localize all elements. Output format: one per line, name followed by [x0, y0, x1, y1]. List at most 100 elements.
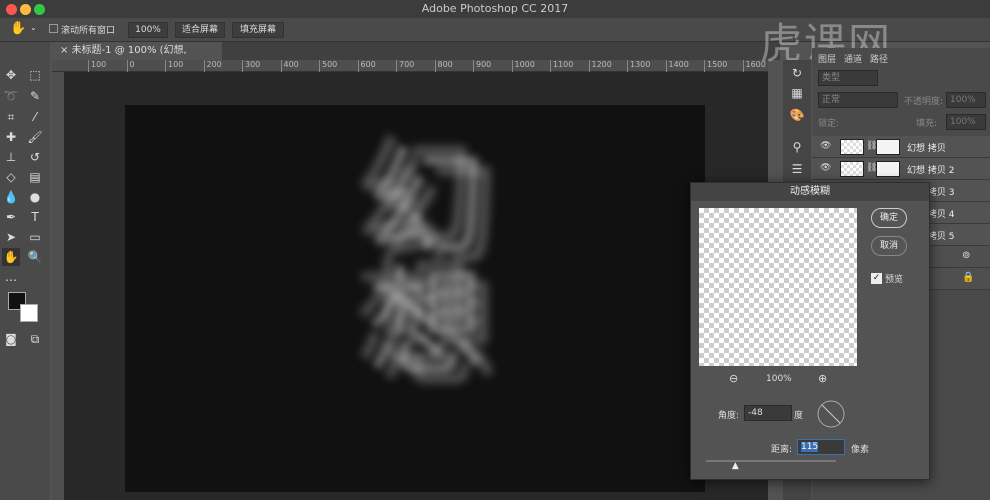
dodge-tool-icon[interactable]: ●	[26, 188, 44, 206]
gradient-tool-icon[interactable]: ▤	[26, 168, 44, 186]
maximize-window-button[interactable]	[34, 4, 45, 15]
layer-name: 幻想 拷贝	[907, 144, 946, 154]
background-color-swatch[interactable]	[20, 304, 38, 322]
preview-area[interactable]	[699, 208, 857, 366]
angle-label: 角度:	[718, 411, 740, 421]
ruler-label: 1400	[665, 60, 689, 72]
ruler-label: 100	[165, 60, 183, 72]
type-tool-icon[interactable]: T	[26, 208, 44, 226]
eraser-tool-icon[interactable]: ◇	[2, 168, 20, 186]
lasso-tool-icon[interactable]: ➰	[2, 87, 20, 105]
layer-name: 幻想 拷贝 2	[907, 166, 955, 176]
close-tab-icon[interactable]: ×	[60, 45, 72, 56]
fill-screen-button[interactable]: 填充屏幕	[232, 22, 284, 38]
rectangle-tool-icon[interactable]: ▭	[26, 228, 44, 246]
eyedropper-icon[interactable]: ⁄	[26, 108, 44, 126]
screen-mode-icon[interactable]: ⧉	[26, 330, 44, 348]
preview-zoom-level: 100%	[766, 374, 792, 384]
hand-tool-icon[interactable]: ✋	[2, 248, 20, 266]
preview-label: 预览	[885, 275, 904, 285]
scroll-all-checkbox[interactable]	[49, 24, 58, 33]
zoom-in-icon[interactable]: ⊕	[818, 372, 827, 385]
grid-panel-icon[interactable]: ▦	[788, 84, 806, 102]
ruler-label: 800	[434, 60, 453, 72]
layer-mask-thumbnail	[876, 139, 900, 155]
document-tab[interactable]: × 未标题-1 @ 100% (幻想, RGB/8) *	[52, 42, 222, 74]
tools-panel: ✥ ⬚ ➰ ✎ ⌗ ⁄ ✚ 🖌 ⊥ ↺ ◇ ▤ 💧 ● ✒ T ➤ ▭ ✋ 🔍 …	[0, 42, 50, 500]
layer-thumbnail	[840, 139, 864, 155]
layer-row[interactable]: 👁 ⛓ 幻想 拷贝 2	[812, 158, 990, 180]
ruler-label: 1500	[704, 60, 727, 72]
preview-checkbox[interactable]: ✓	[871, 273, 882, 284]
visibility-eye-icon[interactable]: 👁	[820, 163, 831, 173]
lock-label: 锁定:	[818, 119, 840, 129]
ruler-label: 1300	[627, 60, 650, 72]
angle-unit: 度	[794, 411, 804, 421]
fit-screen-button[interactable]: 适合屏幕	[175, 22, 225, 38]
distance-label: 距离:	[771, 445, 793, 455]
quick-select-icon[interactable]: ✎	[26, 87, 44, 105]
pen-tool-icon[interactable]: ✒	[2, 208, 20, 226]
quick-mask-icon[interactable]: ◙	[2, 330, 20, 348]
zoom-tool-icon[interactable]: 🔍	[26, 248, 44, 266]
ruler-label: 0	[126, 60, 135, 72]
blur-tool-icon[interactable]: 💧	[2, 188, 20, 206]
ok-button[interactable]: 确定	[871, 208, 907, 228]
ruler-label: 1200	[588, 60, 612, 72]
brushes-panel-icon[interactable]: ⚲	[788, 138, 806, 156]
cancel-button[interactable]: 取消	[871, 236, 907, 256]
history-panel-icon[interactable]: ↻	[788, 64, 806, 82]
fill-input[interactable]: 100%	[946, 114, 986, 130]
vertical-ruler	[52, 72, 64, 500]
scroll-all-label: 滚动所有窗口	[61, 26, 116, 36]
close-window-button[interactable]	[6, 4, 17, 15]
distance-input[interactable]: 115	[797, 439, 845, 455]
layer-row[interactable]: 👁 ⛓ 幻想 拷贝	[812, 136, 990, 158]
history-brush-icon[interactable]: ↺	[26, 148, 44, 166]
angle-dial[interactable]	[816, 399, 846, 429]
ruler-label: 200	[203, 60, 222, 72]
swatches-panel-icon[interactable]: 🎨	[788, 106, 806, 124]
layer-thumbnail	[840, 161, 864, 177]
angle-input[interactable]: -48	[744, 405, 792, 421]
layer-filter-select[interactable]: 类型	[818, 70, 878, 86]
ruler-label: 300	[242, 60, 260, 72]
healing-brush-icon[interactable]: ✚	[2, 128, 20, 146]
dialog-title: 动感模糊	[691, 183, 929, 201]
more-tools-icon[interactable]: …	[2, 268, 20, 286]
ruler-label: 900	[473, 60, 491, 72]
distance-slider[interactable]	[706, 460, 836, 462]
layer-mask-thumbnail	[876, 161, 900, 177]
link-icon[interactable]: ⊚	[962, 250, 970, 261]
tab-paths[interactable]: 路径	[870, 52, 888, 65]
marquee-tool-icon[interactable]: ⬚	[26, 66, 44, 84]
distance-value: 115	[801, 442, 819, 452]
tab-layers[interactable]: 图层	[818, 52, 836, 65]
zoom-out-icon[interactable]: ⊖	[729, 372, 738, 385]
opacity-input[interactable]: 100%	[946, 92, 986, 108]
hand-tool-icon[interactable]: ✋	[10, 21, 26, 36]
minimize-window-button[interactable]	[20, 4, 31, 15]
ruler-label: 400	[280, 60, 299, 72]
horizontal-ruler: 100 0 100 200 300 400 500 600 700 800 900 1000 1100 1…	[52, 60, 768, 72]
tab-channels[interactable]: 通道	[844, 52, 862, 65]
brush-tool-icon[interactable]: 🖌	[26, 128, 44, 146]
artwork-text: 幻想	[346, 140, 485, 380]
visibility-eye-icon[interactable]: 👁	[820, 141, 831, 151]
ruler-label: 700	[396, 60, 414, 72]
move-tool-icon[interactable]: ✥	[2, 66, 20, 84]
blend-mode-select[interactable]: 正常	[818, 92, 898, 108]
path-select-icon[interactable]: ➤	[2, 228, 20, 246]
ruler-label: 100	[88, 60, 106, 72]
fill-label: 填充:	[916, 119, 938, 129]
blurred-artwork: 幻想	[330, 140, 510, 440]
motion-blur-dialog: 动感模糊 确定 取消 ✓ 预览 ⊖ 100% ⊕ 角度: -48 度 距离: 1…	[690, 182, 930, 480]
stamp-tool-icon[interactable]: ⊥	[2, 148, 20, 166]
zoom-100-button[interactable]: 100%	[128, 22, 168, 38]
adjustments-panel-icon[interactable]: ☰	[788, 160, 806, 178]
crop-tool-icon[interactable]: ⌗	[2, 108, 20, 126]
chevron-down-icon[interactable]: ⌄	[30, 23, 37, 32]
document-tab-bar: × 未标题-1 @ 100% (幻想, RGB/8) *	[52, 42, 780, 74]
opacity-label: 不透明度:	[904, 97, 944, 107]
distance-slider-handle[interactable]: ▲	[732, 461, 739, 471]
